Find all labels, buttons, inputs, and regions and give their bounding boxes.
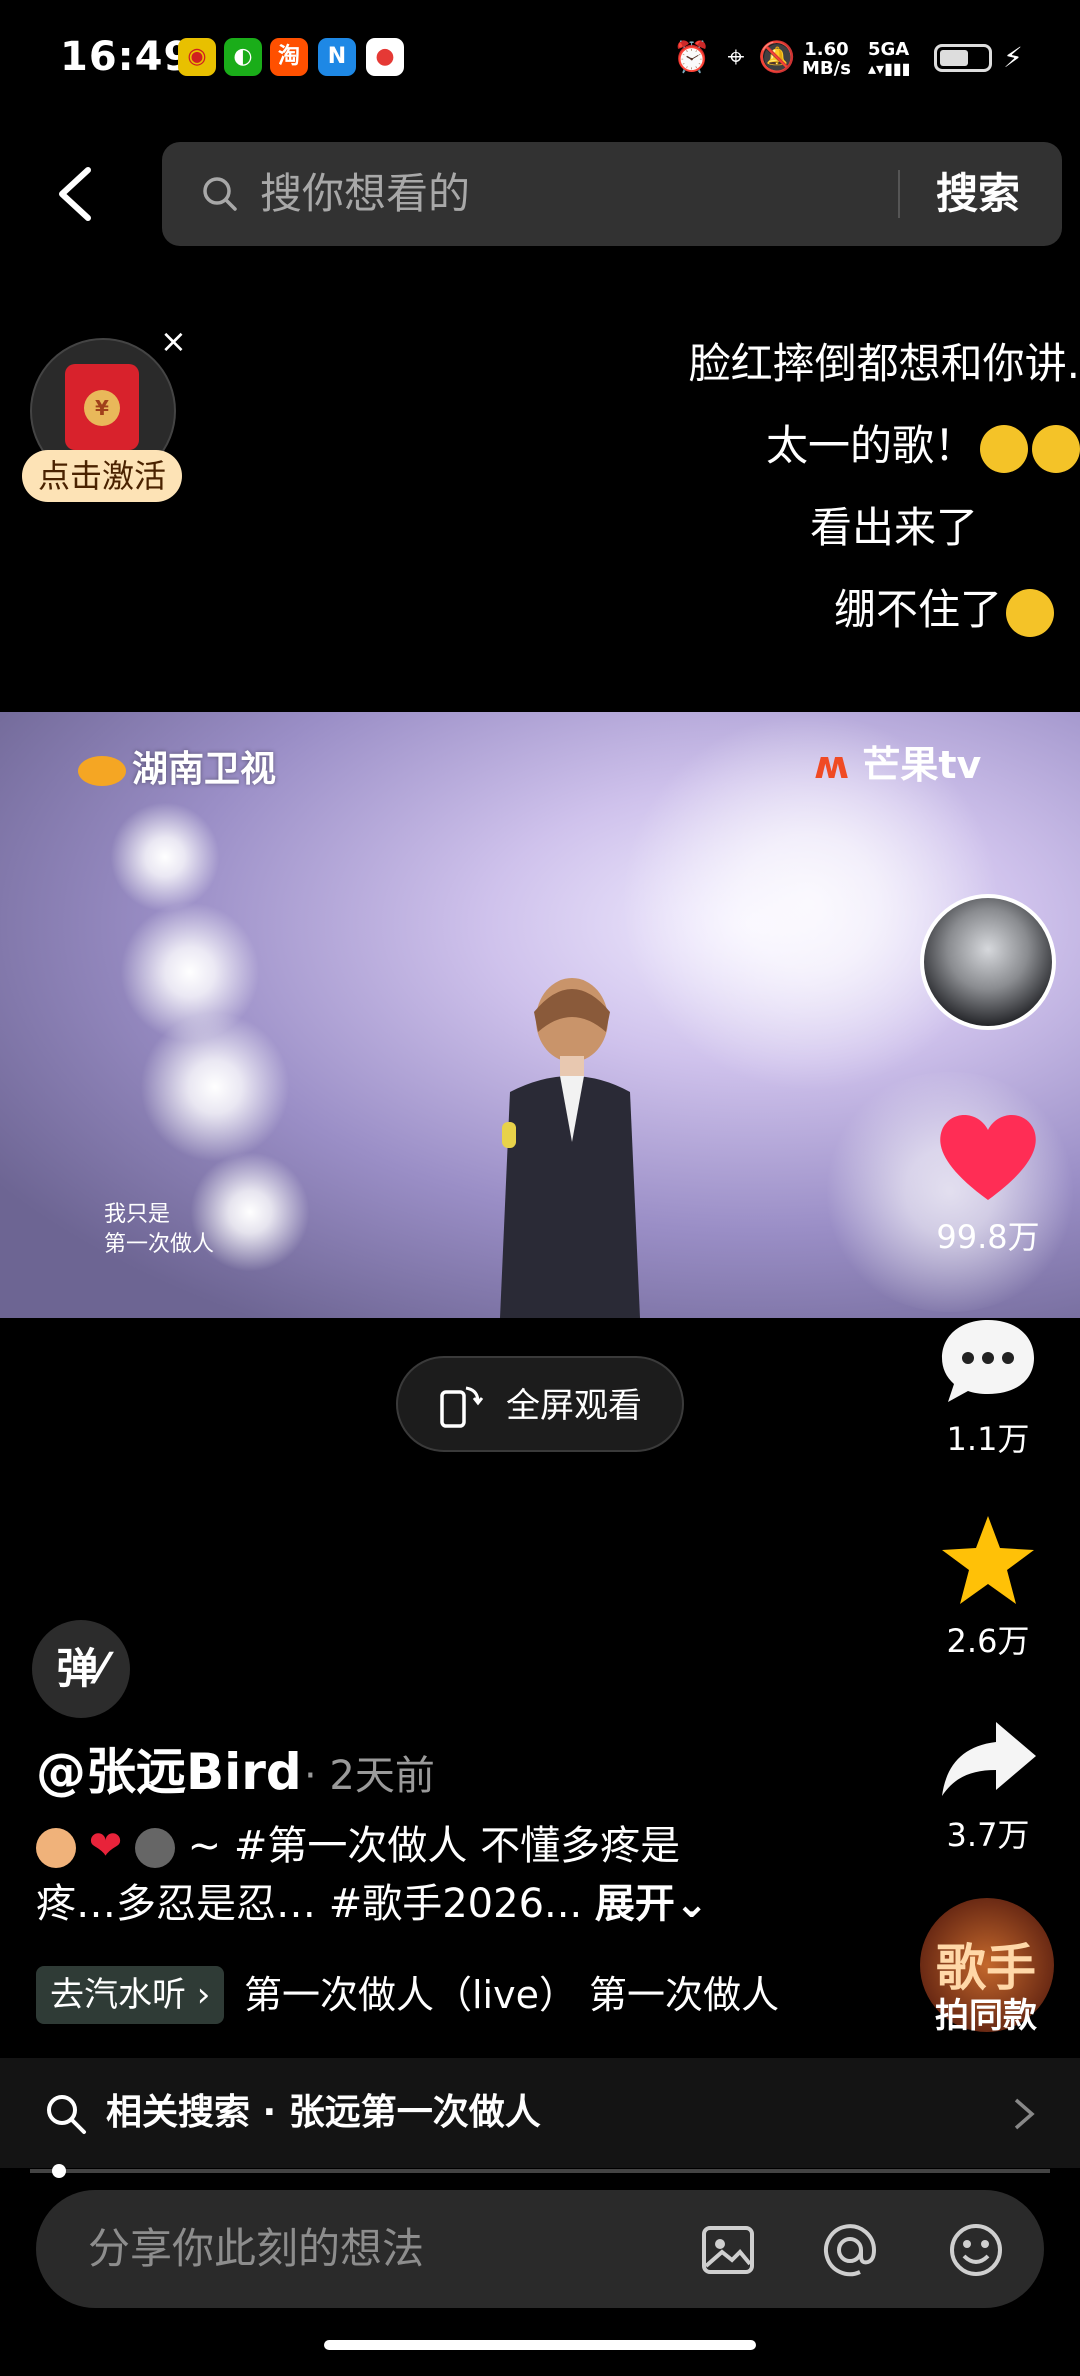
taobao-icon: 淘: [270, 38, 308, 76]
lyric-line: 看出来了: [809, 503, 978, 552]
hunan-tv-logo: 湖南卫视: [78, 740, 276, 792]
weibo-icon: ◉: [178, 38, 216, 76]
laughing-emoji-icon: [1006, 588, 1054, 637]
related-search-label: 相关搜索 · 张远第一次做人: [106, 2092, 541, 2133]
go-listen-button[interactable]: 去汽水听 ›: [36, 1966, 225, 2024]
video-progress-handle[interactable]: [52, 2164, 66, 2178]
comment-count: 1.1万: [946, 1420, 1030, 1458]
mute-bell-icon: 🔕: [758, 40, 796, 75]
author-avatar[interactable]: [920, 894, 1056, 1030]
post-description-line: 疼…多忍是忍… #歌手2026... 展开⌄: [36, 1881, 709, 1927]
mango-tv-logo: ʍ 芒果tv: [814, 743, 982, 787]
share-button[interactable]: [934, 1712, 1042, 1812]
stage-light: [110, 802, 220, 912]
favorite-button[interactable]: [934, 1512, 1042, 1612]
status-bar: 16:49 ◉ ◐ 淘 N ● ⏰ ⌖ 🔕 1.60 MB/s 5GA ▴▾▮▮▮…: [0, 0, 1080, 118]
charging-icon: ⚡: [1003, 41, 1023, 74]
network-speed: 1.60 MB/s: [802, 39, 851, 79]
alarm-icon: ⏰: [673, 40, 711, 75]
video-progress-bar[interactable]: [30, 2169, 1050, 2173]
favorite-count: 2.6万: [946, 1622, 1030, 1660]
like-button[interactable]: [934, 1108, 1042, 1208]
singer-figure: [500, 978, 640, 1318]
crying-emoji-icon: [1032, 424, 1080, 473]
ear-emoji-icon: [36, 1828, 76, 1868]
search-bar[interactable]: 搜你想看的 搜索: [162, 142, 1062, 246]
image-icon[interactable]: [698, 2220, 758, 2280]
heart-emoji-icon: ❤: [88, 1823, 123, 1869]
microphone-emoji-icon: [134, 1828, 175, 1868]
shoot-same-button[interactable]: 拍同款: [916, 1988, 1056, 2037]
search-button[interactable]: 搜索: [936, 168, 1020, 220]
search-icon: [47, 2095, 86, 2134]
location-icon: ⌖: [727, 40, 745, 75]
post-time: · 2天前: [304, 1753, 435, 1799]
post-description-line: ❤ ~ #第一次做人 不懂多疼是: [36, 1818, 680, 1874]
red-packet-activate-label[interactable]: 点击激活: [22, 450, 182, 502]
status-time: 16:49: [60, 34, 193, 80]
crying-emoji-icon: [980, 424, 1028, 473]
lyric-line: 绷不住了: [834, 576, 1054, 637]
battery-icon: [934, 44, 992, 72]
at-mention-icon[interactable]: [820, 2220, 880, 2280]
wechat-icon: ◐: [224, 38, 262, 76]
search-input[interactable]: 搜你想看的: [260, 170, 470, 218]
emoji-icon[interactable]: [946, 2220, 1006, 2280]
chevron-right-icon: [1014, 2098, 1035, 2130]
map-pin-app-icon: ●: [366, 38, 404, 76]
share-arrow-icon: [942, 1722, 1036, 1796]
comment-input[interactable]: 分享你此刻的想法: [88, 2222, 424, 2276]
comment-bubble-icon: [942, 1320, 1034, 1402]
star-icon: [942, 1516, 1034, 1604]
nfc-icon: N: [318, 38, 356, 76]
expand-button[interactable]: 展开⌄: [595, 1881, 709, 1927]
video-subtitle: 我只是 第一次做人: [104, 1202, 215, 1257]
search-icon: [203, 177, 237, 211]
like-count: 99.8万: [936, 1218, 1040, 1256]
search-divider: [898, 170, 900, 218]
red-packet-close-button[interactable]: ×: [160, 322, 187, 360]
rotate-phone-icon: [440, 1386, 484, 1428]
fullscreen-label: 全屏观看: [506, 1386, 642, 1426]
home-indicator[interactable]: [324, 2340, 756, 2350]
related-search-bar[interactable]: 相关搜索 · 张远第一次做人: [0, 2058, 1080, 2168]
author-name[interactable]: @张远Bird: [36, 1740, 302, 1804]
stage-light: [140, 1012, 290, 1162]
danmu-toggle-button[interactable]: 弹⁄: [32, 1620, 130, 1718]
comment-button[interactable]: [934, 1312, 1042, 1412]
back-button[interactable]: [52, 166, 98, 222]
song-title[interactable]: 第一次做人（live） 第一次做人: [244, 1966, 814, 2024]
lyric-line: 太一的歌！: [766, 412, 1080, 473]
lyric-line: 脸红摔倒都想和你讲.: [688, 339, 1080, 388]
comment-input-bar[interactable]: 分享你此刻的想法: [36, 2190, 1044, 2308]
heart-icon: [940, 1115, 1036, 1200]
fullscreen-button[interactable]: 全屏观看: [396, 1356, 684, 1452]
coin-icon: ¥: [84, 390, 120, 426]
network-type: 5GA ▴▾▮▮▮: [868, 39, 911, 78]
share-count: 3.7万: [946, 1816, 1030, 1854]
